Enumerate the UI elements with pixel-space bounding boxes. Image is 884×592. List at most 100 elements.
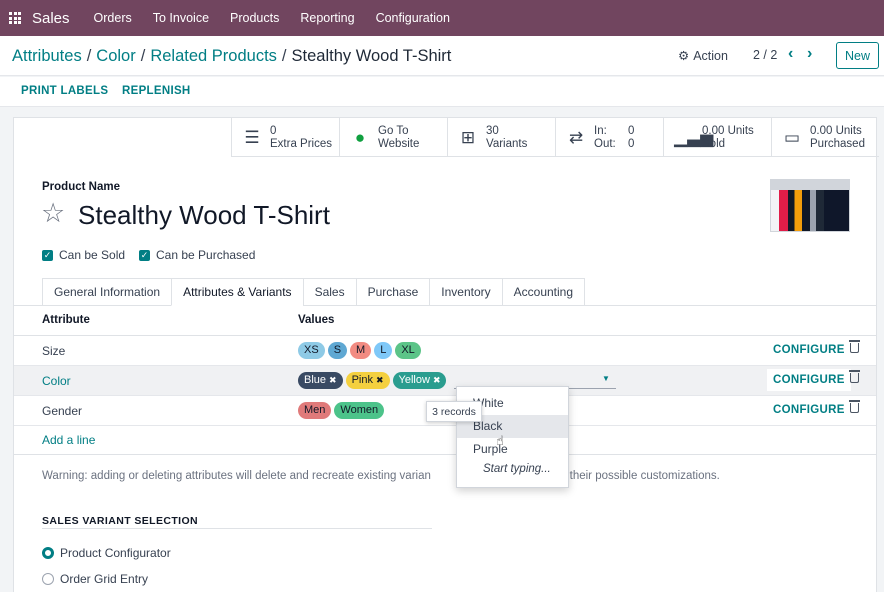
favorite-star-icon[interactable]: ☆	[41, 198, 65, 228]
value-tags: Men Women	[298, 402, 385, 419]
purchased-button[interactable]: ▭ 0.00 Units Purchased	[771, 118, 879, 157]
value-tags: Blue ✖ Pink ✖ Yellow ✖	[298, 372, 447, 389]
breadcrumb-color[interactable]: Color	[96, 47, 135, 65]
form-sheet: ☰ 0 Extra Prices ● Go To Website ⊞ 30 Varia…	[13, 117, 879, 592]
table-row[interactable]: Color Blue ✖ Pink ✖ Yellow ✖ ▼ CONFIGURE	[14, 366, 876, 396]
configure-button[interactable]: CONFIGURE	[767, 369, 851, 391]
out-label: Out:	[594, 137, 616, 150]
radio-selected-icon	[42, 547, 54, 559]
exchange-icon: ⇄	[568, 127, 584, 147]
value-tag: Women	[334, 402, 385, 419]
tab-general-information[interactable]: General Information	[42, 278, 172, 306]
column-values[interactable]: Values	[298, 314, 334, 326]
pager-previous-icon[interactable]: ‹	[788, 45, 793, 63]
dropdown-option-purple[interactable]: Purple	[457, 438, 568, 461]
attribute-name: Gender	[42, 404, 83, 418]
in-out-button[interactable]: ⇄ In: 0 Out: 0	[555, 118, 663, 157]
value-tag: XS	[298, 342, 325, 359]
smart-buttons: ☰ 0 Extra Prices ● Go To Website ⊞ 30 Varia…	[231, 118, 879, 157]
breadcrumb: Attributes / Color / Related Products / Stealt…	[12, 47, 452, 65]
breadcrumb-current: Stealthy Wood T-Shirt	[291, 47, 452, 65]
product-image[interactable]	[770, 179, 850, 232]
warning-text-start: Warning: adding or deleting attributes w…	[42, 470, 431, 482]
table-row[interactable]: Size XS S M L XL CONFIGURE	[14, 336, 876, 366]
records-tooltip: 3 records	[426, 401, 482, 422]
can-be-purchased-checkbox[interactable]: ✓ Can be Purchased	[139, 248, 255, 262]
replenish-button[interactable]: REPLENISH	[122, 85, 191, 97]
tab-purchase[interactable]: Purchase	[355, 278, 430, 306]
configure-button[interactable]: CONFIGURE	[773, 404, 845, 416]
tab-inventory[interactable]: Inventory	[429, 278, 502, 306]
in-value: 0	[628, 124, 635, 137]
app-name[interactable]: Sales	[32, 10, 70, 27]
radio-product-configurator[interactable]: Product Configurator	[42, 546, 171, 560]
value-tag-label: Pink	[351, 374, 373, 386]
menu-reporting[interactable]: Reporting	[300, 11, 354, 25]
add-a-line-link[interactable]: Add a line	[42, 433, 95, 447]
value-tag: Men	[298, 402, 332, 419]
website-label: Website	[378, 137, 420, 150]
value-tag: S	[327, 342, 348, 359]
breadcrumb-related-products[interactable]: Related Products	[150, 47, 277, 65]
value-tag-label: Blue	[304, 374, 327, 386]
remove-tag-icon[interactable]: ✖	[376, 372, 384, 389]
configure-button[interactable]: CONFIGURE	[773, 344, 845, 356]
can-be-sold-label: Can be Sold	[59, 248, 126, 262]
section-divider	[42, 528, 432, 529]
action-menu[interactable]: ⚙ Action	[678, 48, 728, 64]
variants-label: Variants	[486, 137, 528, 150]
notebook-tabs: General Information Attributes & Variant…	[42, 278, 586, 306]
variants-button[interactable]: ⊞ 30 Variants	[447, 118, 555, 157]
purchased-label: Purchased	[810, 137, 865, 150]
trash-icon[interactable]	[849, 340, 860, 356]
menu-to-invoice[interactable]: To Invoice	[153, 11, 209, 25]
bar-chart-icon: ▁▃▅	[674, 127, 714, 147]
menu-products[interactable]: Products	[230, 11, 279, 25]
trash-icon[interactable]	[849, 400, 860, 416]
pager-next-icon[interactable]: ›	[807, 45, 812, 63]
print-labels-button[interactable]: PRINT LABELS	[21, 85, 108, 97]
tab-accounting[interactable]: Accounting	[501, 278, 586, 306]
value-tag: L	[374, 342, 393, 359]
go-to-label: Go To	[378, 124, 409, 137]
breadcrumb-attributes[interactable]: Attributes	[12, 47, 82, 65]
menu-orders[interactable]: Orders	[94, 11, 132, 25]
warning-text-end: s of their possible customizations.	[547, 470, 720, 482]
dropdown-start-typing: Start typing...	[483, 463, 551, 475]
value-tag: Yellow ✖	[392, 372, 447, 389]
remove-tag-icon[interactable]: ✖	[329, 372, 337, 389]
warning-text: Warning: adding or deleting attributes w…	[42, 470, 720, 482]
value-tag: XL	[395, 342, 421, 359]
can-be-purchased-label: Can be Purchased	[156, 248, 256, 262]
tab-sales[interactable]: Sales	[302, 278, 356, 306]
extra-prices-label: Extra Prices	[270, 137, 332, 150]
variants-count: 30	[486, 124, 499, 137]
product-name-field[interactable]: Stealthy Wood T-Shirt	[78, 200, 330, 231]
checkbox-checked-icon: ✓	[42, 249, 53, 261]
purchased-value: 0.00 Units	[810, 124, 862, 137]
new-button[interactable]: New	[836, 42, 879, 69]
apps-menu-icon[interactable]	[9, 12, 21, 24]
attribute-name: Size	[42, 344, 66, 358]
product-name-label: Product Name	[42, 181, 120, 193]
caret-down-icon[interactable]: ▼	[602, 374, 610, 383]
go-to-website-button[interactable]: ● Go To Website	[339, 118, 447, 157]
gear-icon: ⚙	[678, 49, 690, 63]
attribute-name: Color	[42, 374, 71, 388]
out-value: 0	[628, 137, 635, 150]
extra-prices-button[interactable]: ☰ 0 Extra Prices	[231, 118, 339, 157]
sales-variant-selection-title: SALES VARIANT SELECTION	[42, 515, 199, 527]
tab-attributes-variants[interactable]: Attributes & Variants	[171, 278, 303, 306]
remove-tag-icon[interactable]: ✖	[433, 372, 441, 389]
column-attribute[interactable]: Attribute	[42, 314, 90, 326]
control-panel: Attributes / Color / Related Products / Stealt…	[0, 36, 884, 76]
sold-label: Sold	[702, 137, 726, 150]
menu-configuration[interactable]: Configuration	[376, 11, 450, 25]
in-label: In:	[594, 124, 607, 137]
radio-order-grid-entry[interactable]: Order Grid Entry	[42, 572, 148, 586]
pager-value[interactable]: 2 / 2	[753, 48, 777, 62]
trash-icon[interactable]	[849, 370, 860, 386]
can-be-sold-checkbox[interactable]: ✓ Can be Sold	[42, 248, 125, 262]
value-tag: Pink ✖	[345, 372, 390, 389]
sold-button[interactable]: ▁▃▅ 0.00 Units Sold	[663, 118, 771, 157]
